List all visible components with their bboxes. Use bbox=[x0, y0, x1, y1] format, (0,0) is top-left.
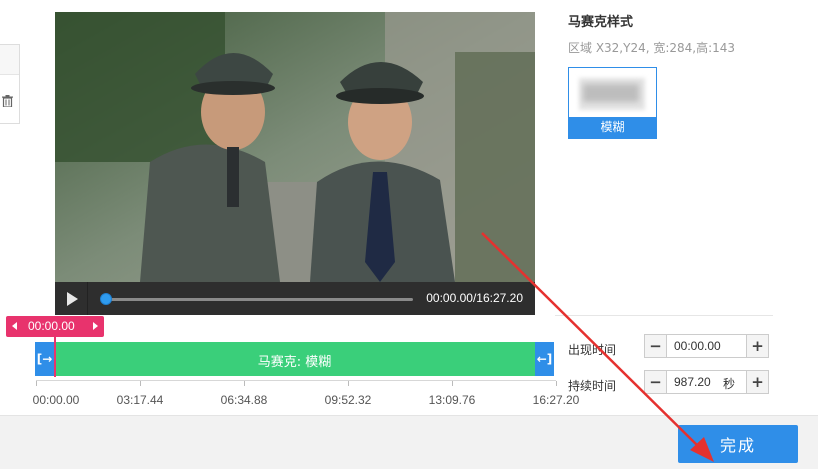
timeline-tick-label: 03:17.44 bbox=[116, 393, 164, 407]
bracket-right-icon: ←] bbox=[536, 352, 553, 366]
region-info: 区域 X32,Y24, 宽:284,高:143 bbox=[568, 41, 736, 55]
blur-thumbnail-detail bbox=[583, 84, 639, 102]
timeline-tick bbox=[36, 381, 37, 386]
playhead-line[interactable] bbox=[54, 337, 56, 377]
timeline-tick bbox=[452, 381, 453, 386]
appear-time-decrement[interactable]: − bbox=[645, 335, 667, 357]
caret-right-icon[interactable] bbox=[93, 322, 98, 330]
done-button[interactable]: 完成 bbox=[678, 425, 798, 463]
duration-increment[interactable]: + bbox=[746, 371, 768, 393]
timeline-tick bbox=[244, 381, 245, 386]
effect-option-blur[interactable]: 模糊 bbox=[568, 67, 657, 139]
timeline-tick-label: 06:34.88 bbox=[220, 393, 268, 407]
appear-time-increment[interactable]: + bbox=[746, 335, 768, 357]
timeline-ruler bbox=[36, 380, 557, 386]
timeline-tick bbox=[140, 381, 141, 386]
clip-label: 马赛克: 模糊 bbox=[257, 355, 332, 370]
left-list-panel bbox=[0, 44, 20, 124]
clip-start-handle[interactable]: [→ bbox=[35, 342, 54, 376]
duration-unit: 秒 bbox=[723, 377, 736, 391]
play-button[interactable] bbox=[55, 282, 88, 315]
playhead-badge[interactable]: 00:00.00 bbox=[6, 316, 104, 337]
appear-time-label: 出现时间 bbox=[568, 343, 617, 357]
duration-input[interactable] bbox=[668, 371, 720, 393]
timeline-tick-label: 09:52.32 bbox=[324, 393, 372, 407]
progress-track[interactable] bbox=[105, 298, 413, 301]
duration-stepper: − 秒 + bbox=[644, 370, 769, 394]
clip-end-handle[interactable]: ←] bbox=[535, 342, 554, 376]
timeline-tick-label: 00:00.00 bbox=[32, 393, 80, 407]
video-preview[interactable] bbox=[55, 12, 535, 282]
play-icon bbox=[67, 292, 78, 306]
timeline-tick-label: 16:27.20 bbox=[532, 393, 580, 407]
player-controls: 00:00.00/16:27.20 bbox=[55, 282, 535, 315]
playhead-time: 00:00.00 bbox=[28, 319, 75, 333]
panel-title: 马赛克样式 bbox=[568, 15, 634, 30]
video-frame-image bbox=[55, 12, 535, 282]
progress-knob[interactable] bbox=[100, 293, 112, 305]
left-list-header bbox=[0, 45, 19, 75]
timeline-tick bbox=[348, 381, 349, 386]
duration-decrement[interactable]: − bbox=[645, 371, 667, 393]
time-readout: 00:00.00/16:27.20 bbox=[426, 291, 523, 305]
panel-divider bbox=[555, 315, 773, 316]
caret-left-icon[interactable] bbox=[12, 322, 17, 330]
appear-time-input[interactable] bbox=[668, 335, 746, 357]
trash-icon[interactable] bbox=[2, 95, 13, 107]
appear-time-stepper: − + bbox=[644, 334, 769, 358]
timeline-tick bbox=[556, 381, 557, 386]
bracket-left-icon: [→ bbox=[36, 352, 53, 366]
mosaic-clip[interactable]: 马赛克: 模糊 bbox=[35, 342, 554, 376]
duration-label: 持续时间 bbox=[568, 379, 617, 393]
effect-label: 模糊 bbox=[569, 117, 656, 138]
timeline-tick-label: 13:09.76 bbox=[428, 393, 476, 407]
